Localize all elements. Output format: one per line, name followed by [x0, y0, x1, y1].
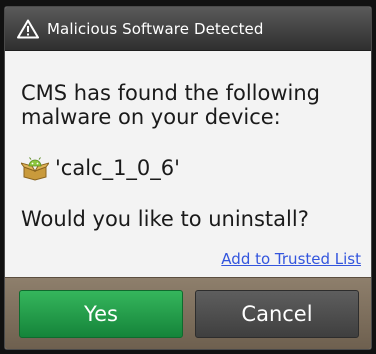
- dialog-title: Malicious Software Detected: [47, 19, 264, 38]
- dialog-titlebar: Malicious Software Detected: [5, 7, 371, 51]
- malware-dialog: Malicious Software Detected CMS has foun…: [4, 6, 372, 350]
- android-package-icon: [19, 155, 51, 181]
- add-to-trusted-list-link[interactable]: Add to Trusted List: [221, 250, 361, 268]
- warning-triangle-icon: [17, 19, 39, 39]
- malware-item: 'calc_1_0_6': [19, 155, 180, 181]
- malware-name: 'calc_1_0_6': [55, 156, 180, 180]
- dialog-body: CMS has found the following malware on y…: [5, 51, 371, 277]
- cancel-button[interactable]: Cancel: [195, 290, 359, 338]
- detection-message: CMS has found the following malware on y…: [21, 81, 320, 129]
- uninstall-question: Would you like to uninstall?: [21, 207, 309, 231]
- dialog-button-bar: Yes Cancel: [5, 277, 371, 349]
- yes-button[interactable]: Yes: [19, 290, 183, 338]
